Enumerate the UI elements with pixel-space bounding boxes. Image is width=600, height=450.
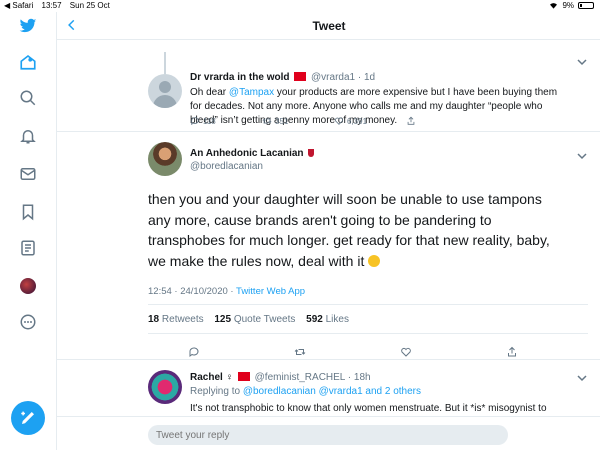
upside-down-face-icon <box>368 254 381 267</box>
retweet-icon[interactable] <box>294 346 306 358</box>
reply-button[interactable]: 118 <box>190 114 262 128</box>
notifications-icon[interactable] <box>18 126 38 146</box>
wine-glass-icon <box>307 149 314 157</box>
retweet-button[interactable]: 351 <box>262 114 334 128</box>
main-author-name-row: An Anhedonic Lacanian <box>190 148 314 159</box>
parent-tweet[interactable]: Dr vrarda in the wold @vrarda1 · 1d Oh d… <box>57 40 600 132</box>
explore-icon[interactable] <box>18 88 38 108</box>
main-tweet-text: then you and your daughter will soon be … <box>148 191 550 269</box>
more-icon[interactable] <box>18 312 38 332</box>
replying-to: Replying to @boredlacanian @vrarda1 and … <box>190 386 422 397</box>
replying-to-links[interactable]: @boredlacanian @vrarda1 and 2 others <box>243 386 421 397</box>
messages-icon[interactable] <box>18 164 38 184</box>
chevron-down-icon[interactable] <box>577 58 587 66</box>
red-flag-icon <box>294 72 307 81</box>
quote-tweets-stat[interactable]: 125 Quote Tweets <box>214 314 295 325</box>
tweet-detail-column: Tweet Dr vrarda in the wold @vrarda1 · 1… <box>56 12 600 450</box>
profile-avatar[interactable] <box>18 276 38 296</box>
likes-stat[interactable]: 592 Likes <box>306 314 349 325</box>
home-icon[interactable] <box>18 52 38 72</box>
main-author-handle[interactable]: @boredlacanian <box>190 161 263 172</box>
status-date: Sun 25 Oct <box>69 1 110 10</box>
lists-icon[interactable] <box>18 238 38 258</box>
share-icon[interactable] <box>506 346 518 358</box>
tweet-stats: 18 Retweets 125 Quote Tweets 592 Likes <box>148 314 357 325</box>
main-tweet-actions <box>188 346 518 360</box>
chevron-down-icon[interactable] <box>577 374 587 382</box>
main-author-name[interactable]: An Anhedonic Lacanian <box>190 148 304 159</box>
tweet-timestamp[interactable]: 12:54 · 24/10/2020 · <box>148 286 236 297</box>
compose-tweet-button[interactable] <box>11 401 45 435</box>
thread-line <box>164 52 166 74</box>
main-author-avatar[interactable] <box>148 142 182 176</box>
divider <box>148 333 588 334</box>
divider <box>148 304 588 305</box>
reply-icon <box>191 117 199 126</box>
parent-tweet-header: Dr vrarda in the wold @vrarda1 · 1d <box>190 72 375 83</box>
tweet-source-link[interactable]: Twitter Web App <box>236 286 305 297</box>
back-to-app[interactable]: ◀ Safari <box>4 1 33 10</box>
parent-author-avatar[interactable] <box>148 74 182 108</box>
divider <box>57 359 600 360</box>
wifi-icon <box>550 3 558 9</box>
sidebar-nav <box>0 12 56 450</box>
battery-percent: 9% <box>562 1 574 10</box>
reply-input[interactable] <box>148 425 508 445</box>
parent-author-handle[interactable]: @vrarda1 · 1d <box>311 72 375 83</box>
bookmarks-icon[interactable] <box>18 202 38 222</box>
compose-tweet-icon <box>21 411 34 424</box>
share-icon <box>407 116 415 125</box>
reply-author-handle[interactable]: @feminist_RACHEL · 18h <box>255 372 371 383</box>
page-header: Tweet <box>57 12 600 40</box>
reply-author-avatar[interactable] <box>148 370 182 404</box>
chevron-down-icon[interactable] <box>577 152 587 160</box>
mention-link[interactable]: @Tampax <box>229 87 274 98</box>
heart-icon <box>334 117 344 125</box>
retweets-stat[interactable]: 18 Retweets <box>148 314 204 325</box>
red-flag-icon <box>237 372 250 381</box>
parent-tweet-actions: 118 351 6,391 <box>190 114 480 128</box>
like-button[interactable]: 6,391 <box>334 114 406 128</box>
heart-icon[interactable] <box>400 346 412 358</box>
reply-composer <box>57 416 600 450</box>
status-time: 13:57 <box>41 1 62 10</box>
twitter-logo-icon[interactable] <box>18 16 38 36</box>
reply-icon[interactable] <box>188 346 200 358</box>
tweet-timestamp-row: 12:54 · 24/10/2020 · Twitter Web App <box>148 286 305 297</box>
reply-tweet-header: Rachel ♀ @feminist_RACHEL · 18h <box>190 372 371 383</box>
female-symbol-icon: ♀ <box>225 372 234 383</box>
share-button[interactable] <box>406 114 478 128</box>
page-title: Tweet <box>312 19 346 33</box>
status-bar: ◀ Safari 13:57 Sun 25 Oct 9% <box>0 0 600 12</box>
parent-author-name[interactable]: Dr vrarda in the wold <box>190 72 289 83</box>
battery-icon <box>578 2 594 9</box>
reply-author-name[interactable]: Rachel <box>190 372 223 383</box>
retweet-icon <box>262 118 272 124</box>
